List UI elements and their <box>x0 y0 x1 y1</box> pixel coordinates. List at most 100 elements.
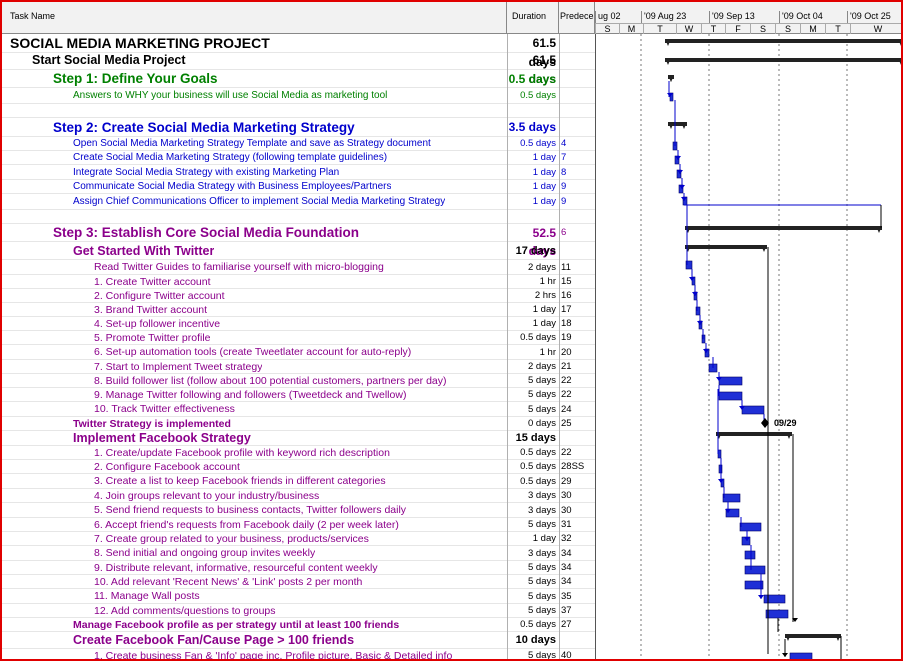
gantt-chart: 09/29 <box>640 34 901 659</box>
task-name-cell: 5. Promote Twitter profile <box>94 332 211 344</box>
task-name-cell: 3. Create a list to keep Facebook friend… <box>94 475 386 487</box>
timescale-day: W <box>850 23 901 34</box>
duration-cell: 0.5 days <box>520 90 556 101</box>
duration-cell: 2 hrs <box>534 290 556 301</box>
summary-bar <box>685 226 882 230</box>
task-name-cell: Answers to WHY your business will use So… <box>73 90 388 101</box>
predecessors-column-header[interactable]: Predeces <box>559 2 595 34</box>
task-name-cell: Integrate Social Media Strategy with exi… <box>73 167 340 178</box>
column-divider <box>507 34 508 659</box>
task-name-cell: 4. Set-up follower incentive <box>94 318 221 330</box>
predecessors-cell: 9 <box>561 196 567 207</box>
task-name-cell: 1. Create/update Facebook profile with k… <box>94 447 390 459</box>
timescale-week: '09 Oct 04 <box>779 11 847 23</box>
predecessors-cell: 32 <box>561 533 572 544</box>
task-bar <box>744 580 764 590</box>
predecessors-cell: 40 <box>561 650 572 661</box>
duration-cell: 5 days <box>528 389 556 400</box>
duration-cell: 5 days <box>528 519 556 530</box>
duration-cell: 17 days <box>515 245 556 257</box>
project-window: Task Name Duration Predeces ug 02 '09 Au… <box>0 0 903 661</box>
predecessors-cell: 19 <box>561 332 572 343</box>
link-arrowhead <box>782 653 788 657</box>
duration-cell: 0.5 days <box>520 332 556 343</box>
predecessors-cell: 24 <box>561 404 572 415</box>
predecessors-cell: 34 <box>561 576 572 587</box>
task-bar <box>718 391 743 401</box>
task-name-cell: 7. Create group related to your business… <box>94 533 369 545</box>
duration-cell: 5 days <box>528 404 556 415</box>
timescale-day: T <box>701 23 725 34</box>
duration-cell: 5 days <box>528 562 556 573</box>
milestone-label: 09/29 <box>774 418 797 428</box>
timescale-week: ug 02 <box>595 11 641 23</box>
predecessors-cell: 16 <box>561 290 572 301</box>
duration-cell: 10 days <box>515 634 556 646</box>
timescale-week: '09 Sep 13 <box>709 11 779 23</box>
task-bar <box>722 493 741 503</box>
predecessors-cell: 18 <box>561 318 572 329</box>
duration-cell: 1 hr <box>539 347 556 358</box>
predecessors-cell: 6 <box>561 227 567 238</box>
task-name-column-header[interactable]: Task Name <box>2 2 507 34</box>
duration-header-label: Duration <box>512 11 547 21</box>
duration-cell: 0 days <box>528 418 556 429</box>
timescale-week: '09 Aug 23 <box>641 11 709 23</box>
duration-cell: 1 day <box>532 167 556 178</box>
task-name-cell: 10. Track Twitter effectiveness <box>94 403 235 415</box>
predecessors-cell: 22 <box>561 447 572 458</box>
timescale-day: W <box>676 23 701 34</box>
task-name-cell: 3. Brand Twitter account <box>94 304 208 316</box>
duration-cell: 1 day <box>532 152 556 163</box>
duration-cell: 0.5 days <box>520 138 556 149</box>
duration-cell: 2 days <box>528 262 556 273</box>
task-name-cell: 2. Configure Twitter account <box>94 290 225 302</box>
task-name-header-label: Task Name <box>10 11 56 21</box>
summary-bar <box>665 58 901 62</box>
duration-cell: 2 days <box>528 361 556 372</box>
duration-cell: 1 day <box>532 318 556 329</box>
predecessors-cell: 20 <box>561 347 572 358</box>
predecessors-cell: 17 <box>561 304 572 315</box>
task-bar <box>744 565 766 575</box>
predecessors-cell: 8 <box>561 167 567 178</box>
predecessors-header-label: Predeces <box>560 11 595 21</box>
duration-cell: 0.5 days <box>520 447 556 458</box>
task-bar <box>739 522 762 532</box>
duration-cell: 1 hr <box>539 276 556 287</box>
predecessors-cell: 37 <box>561 605 572 616</box>
task-name-cell: 6. Accept friend's requests from Faceboo… <box>94 519 399 531</box>
task-bar <box>718 376 743 386</box>
duration-cell: 0.5 days <box>520 461 556 472</box>
task-name-cell: Create Social Media Marketing Strategy (… <box>73 152 388 163</box>
predecessors-cell: 7 <box>561 152 567 163</box>
duration-cell: 5 days <box>528 605 556 616</box>
predecessors-cell: 34 <box>561 548 572 559</box>
task-name-cell: Implement Facebook Strategy <box>73 431 251 445</box>
task-name-cell: Step 3: Establish Core Social Media Foun… <box>53 225 360 240</box>
task-name-cell: Open Social Media Marketing Strategy Tem… <box>73 138 431 149</box>
predecessors-cell: 22 <box>561 375 572 386</box>
predecessors-cell: 15 <box>561 276 572 287</box>
timescale-day: S <box>750 23 775 34</box>
predecessors-cell: 30 <box>561 505 572 516</box>
task-name-cell: Communicate Social Media Strategy with B… <box>73 181 392 192</box>
summary-bar <box>785 634 841 638</box>
summary-bar <box>685 245 767 249</box>
duration-cell: 1 day <box>532 304 556 315</box>
task-name-cell: 5. Send friend requests to business cont… <box>94 504 407 516</box>
column-divider <box>559 34 560 659</box>
duration-cell: 1 day <box>532 533 556 544</box>
task-bar <box>744 550 756 560</box>
predecessors-cell: 34 <box>561 562 572 573</box>
task-name-cell: 2. Configure Facebook account <box>94 461 240 473</box>
task-name-cell: Assign Chief Communications Officer to i… <box>73 196 446 207</box>
task-name-cell: Create Facebook Fan/Cause Page > 100 fri… <box>73 633 355 647</box>
duration-cell: 0.5 days <box>520 476 556 487</box>
task-name-cell: 1. Create business Fan & 'Info' page inc… <box>94 650 453 661</box>
timescale-day: S <box>775 23 800 34</box>
timescale-header[interactable]: ug 02 '09 Aug 23 '09 Sep 13 '09 Oct 04 '… <box>595 2 901 34</box>
duration-column-header[interactable]: Duration <box>507 2 559 34</box>
task-bar <box>789 652 813 659</box>
task-bar <box>741 405 765 415</box>
